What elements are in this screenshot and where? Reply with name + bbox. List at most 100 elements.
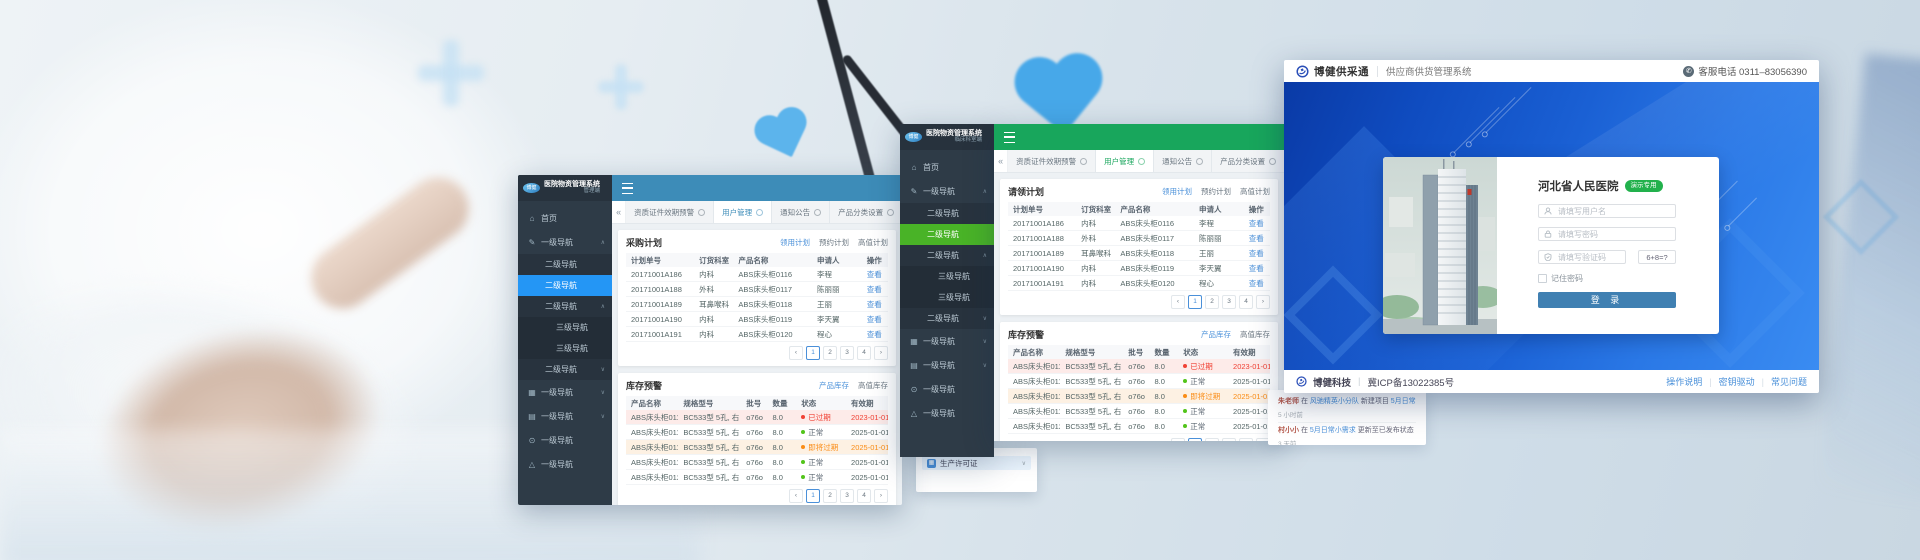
captcha-box[interactable]: 6+8=? [1638,250,1676,264]
tab[interactable]: 资质证件效期预警 [1008,150,1096,172]
page-button[interactable]: › [1256,295,1270,309]
sidebar-item[interactable]: 二级导航 [900,224,994,245]
view-link[interactable]: 查看 [1249,234,1264,243]
license-label: 生产许可证 [940,458,978,469]
sidebar-item[interactable]: ⌂ 首页 [900,155,994,179]
sidebar-item[interactable]: 二级导航 [518,275,612,296]
footer-link[interactable]: 密钥驱动 [1719,375,1771,388]
stock-type-link[interactable]: 产品库存 [819,380,849,391]
page-button[interactable]: 1 [1188,438,1202,441]
tab[interactable]: 通知公告 [772,201,830,223]
plan-type-link[interactable]: 预约计划 [819,237,849,248]
password-input[interactable] [1556,229,1675,240]
page-button[interactable]: › [874,489,888,503]
password-field[interactable] [1538,227,1676,241]
plan-type-link[interactable]: 领用计划 [780,237,810,248]
page-button[interactable]: 2 [823,489,837,503]
hamburger-menu-icon[interactable] [1004,132,1015,143]
page-button[interactable]: 3 [840,346,854,360]
plan-type-link[interactable]: 领用计划 [1162,186,1192,197]
stock-type-link[interactable]: 产品库存 [1201,329,1231,340]
page-button[interactable]: ‹ [1171,295,1185,309]
page-button[interactable]: 4 [1239,438,1253,441]
view-link[interactable]: 查看 [867,315,882,324]
feed-link[interactable]: 5月日常小需求 [1391,398,1416,405]
sidebar-item[interactable]: ▤ 一级导航 ∨ [900,353,994,377]
sidebar-item[interactable]: ▤ 一级导航 ∨ [518,404,612,428]
sidebar-item[interactable]: 二级导航 ∧ [518,296,612,317]
sidebar-item-icon: △ [909,409,919,418]
sidebar-item[interactable]: ⊙ 一级导航 [900,377,994,401]
page-button[interactable]: 4 [857,346,871,360]
sidebar-item[interactable]: 三级导航 [900,266,994,287]
page-button[interactable]: 1 [806,489,820,503]
feed-link[interactable]: 5月日常小需求 [1310,427,1356,434]
login-hero-area: 河北省人民医院 演示专用 [1284,82,1819,370]
page-button[interactable]: 4 [1239,295,1253,309]
tab[interactable]: 产品分类设置 [1212,150,1284,172]
sidebar-item[interactable]: ▦ 一级导航 ∨ [518,380,612,404]
sidebar-item[interactable]: ⊙ 一级导航 [518,428,612,452]
login-button[interactable]: 登 录 [1538,292,1676,308]
tab[interactable]: 用户管理 [714,201,772,223]
page-button[interactable]: 4 [857,489,871,503]
page-button[interactable]: ‹ [1171,438,1185,441]
feed-link[interactable]: 风驰精英小分队 [1310,398,1359,405]
sidebar-item[interactable]: 三级导航 [518,338,612,359]
plan-type-link[interactable]: 高值计划 [858,237,888,248]
view-link[interactable]: 查看 [1249,279,1264,288]
view-link[interactable]: 查看 [867,270,882,279]
sidebar-item[interactable]: △ 一级导航 [518,452,612,476]
tab[interactable]: 通知公告 [1154,150,1212,172]
view-link[interactable]: 查看 [867,285,882,294]
license-select[interactable]: ▦ 生产许可证 ∨ [922,456,1031,470]
collapse-tabs-icon[interactable]: « [994,150,1008,172]
icp-number: 冀ICP备13022385号 [1367,375,1454,389]
view-link[interactable]: 查看 [867,300,882,309]
sidebar-item[interactable]: 二级导航 [900,203,994,224]
plan-type-link[interactable]: 高值计划 [1240,186,1270,197]
captcha-field[interactable] [1538,250,1626,264]
page-button[interactable]: 1 [1188,295,1202,309]
sidebar-item[interactable]: 三级导航 [518,317,612,338]
username-input[interactable] [1556,206,1675,217]
username-field[interactable] [1538,204,1676,218]
sidebar-item[interactable]: 二级导航 [518,254,612,275]
tab[interactable]: 产品分类设置 [830,201,902,223]
view-link[interactable]: 查看 [1249,264,1264,273]
sidebar-item[interactable]: ✎ 一级导航 ∧ [900,179,994,203]
sidebar-item[interactable]: ▦ 一级导航 ∨ [900,329,994,353]
page-button[interactable]: 2 [1205,295,1219,309]
sidebar-item[interactable]: ⌂ 首页 [518,206,612,230]
page-button[interactable]: 1 [806,346,820,360]
hamburger-menu-icon[interactable] [622,183,633,194]
sidebar-item[interactable]: △ 一级导航 [900,401,994,425]
view-link[interactable]: 查看 [1249,219,1264,228]
footer-link[interactable]: 操作说明 [1666,375,1718,388]
page-button[interactable]: 3 [840,489,854,503]
remember-checkbox[interactable]: 记住密码 [1538,273,1719,284]
stock-type-link[interactable]: 高值库存 [1240,329,1270,340]
sidebar-item[interactable]: ✎ 一级导航 ∧ [518,230,612,254]
page-button[interactable]: ‹ [789,489,803,503]
view-link[interactable]: 查看 [1249,249,1264,258]
page-button[interactable]: 2 [1205,438,1219,441]
plan-type-link[interactable]: 预约计划 [1201,186,1231,197]
collapse-tabs-icon[interactable]: « [612,201,626,223]
view-link[interactable]: 查看 [867,330,882,339]
page-button[interactable]: 3 [1222,438,1236,441]
table-header-row: 计划单号订货科室产品名称申请人操作 [626,253,888,267]
captcha-input[interactable] [1556,252,1625,263]
page-button[interactable]: 2 [823,346,837,360]
tab[interactable]: 资质证件效期预警 [626,201,714,223]
page-button[interactable]: › [874,346,888,360]
page-button[interactable]: 3 [1222,295,1236,309]
sidebar-item[interactable]: 三级导航 [900,287,994,308]
page-button[interactable]: ‹ [789,346,803,360]
footer-link[interactable]: 常见问题 [1771,375,1807,388]
tab[interactable]: 用户管理 [1096,150,1154,172]
stock-type-link[interactable]: 高值库存 [858,380,888,391]
sidebar-item[interactable]: 二级导航 ∨ [518,359,612,380]
sidebar-item[interactable]: 二级导航 ∨ [900,308,994,329]
sidebar-item[interactable]: 二级导航 ∧ [900,245,994,266]
